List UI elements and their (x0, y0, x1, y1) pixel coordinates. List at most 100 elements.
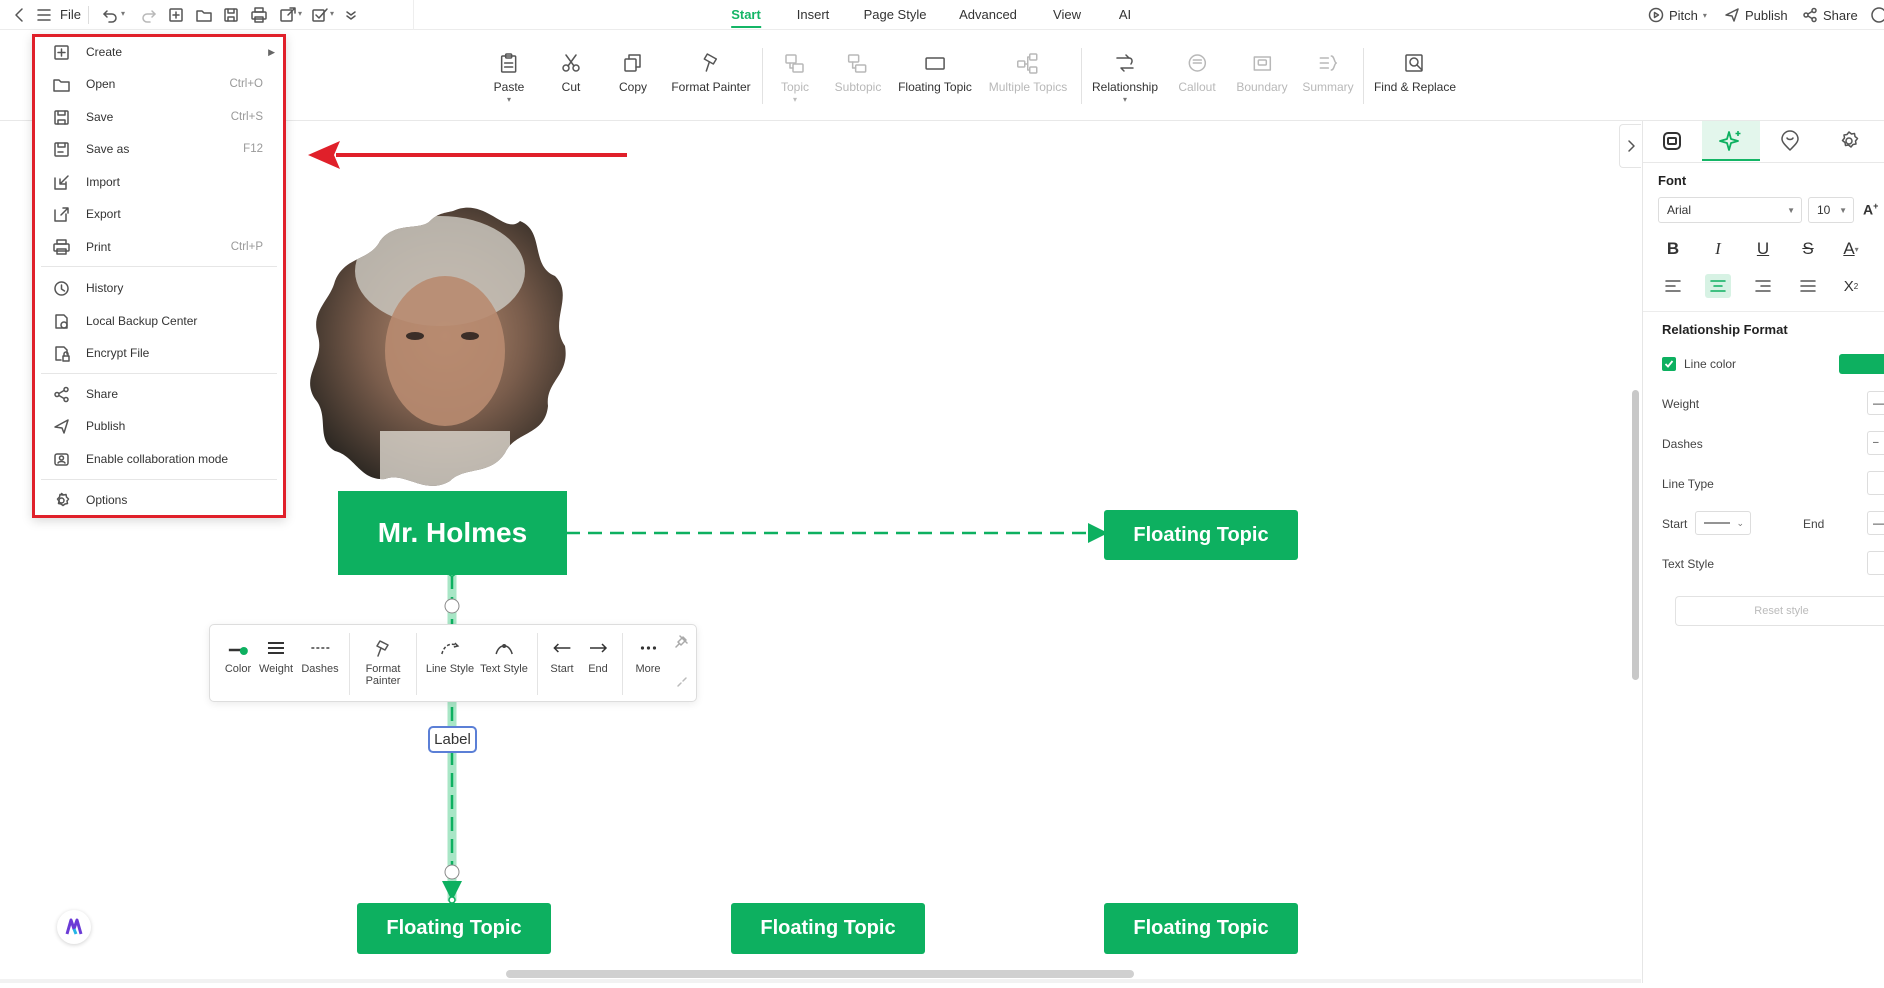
tab-start[interactable]: Start (731, 7, 761, 28)
increase-font-icon[interactable]: A+ (1863, 201, 1878, 218)
line-style-button[interactable]: Line Style (426, 639, 474, 675)
line-type-select[interactable] (1867, 471, 1884, 495)
share-button[interactable]: Share (1802, 7, 1858, 23)
find-replace-button[interactable]: Find & Replace (1374, 52, 1456, 94)
redo-icon[interactable] (140, 6, 158, 24)
main-topic-node[interactable]: Mr. Holmes (338, 491, 567, 575)
panel-collapse-button[interactable] (1619, 124, 1641, 168)
save-icon[interactable] (222, 6, 240, 24)
app-logo[interactable] (57, 910, 91, 944)
start-arrow-select[interactable]: ⌄ (1695, 511, 1751, 535)
floating-topic-node[interactable]: Floating Topic (731, 903, 925, 954)
tab-view[interactable]: View (1053, 7, 1081, 22)
menu-item-encrypt-file[interactable]: Encrypt File (53, 339, 275, 367)
open-folder-icon[interactable] (195, 6, 213, 24)
weight-select[interactable]: — (1867, 391, 1884, 415)
export-dropdown-icon[interactable]: ▾ (298, 9, 302, 18)
weight-button[interactable]: Weight (259, 639, 293, 675)
hamburger-menu-icon[interactable] (35, 6, 53, 24)
horizontal-scrollbar[interactable] (506, 970, 1134, 978)
help-icon[interactable] (1870, 6, 1884, 24)
boundary-button[interactable]: Boundary (1236, 52, 1288, 94)
print-icon[interactable] (250, 6, 268, 24)
justify-button[interactable] (1795, 274, 1821, 298)
text-style-select[interactable] (1867, 551, 1884, 575)
panel-tab-theme[interactable] (1820, 121, 1878, 161)
relationship-button[interactable]: Relationship ▾ (1092, 52, 1158, 104)
tab-ai[interactable]: AI (1119, 7, 1131, 22)
superscript-button[interactable]: X2 (1838, 274, 1864, 298)
export-icon[interactable] (279, 6, 297, 24)
subtopic-button[interactable]: Subtopic (835, 52, 881, 94)
panel-tab-ai[interactable] (1702, 121, 1760, 161)
file-menu-button[interactable]: File (60, 7, 81, 22)
align-center-button[interactable] (1705, 274, 1731, 298)
relationship-label-box[interactable]: Label (428, 726, 477, 753)
menu-item-save-as[interactable]: Save as F12 (53, 135, 275, 163)
end-arrow-button[interactable]: End (587, 639, 609, 675)
start-arrow-button[interactable]: Start (550, 639, 574, 675)
more-chevron-icon[interactable] (342, 6, 360, 24)
reset-style-button[interactable]: Reset style (1675, 596, 1884, 626)
undo-icon[interactable] (101, 6, 119, 24)
vertical-scrollbar[interactable] (1632, 390, 1639, 680)
multiple-topics-button[interactable]: Multiple Topics (989, 52, 1067, 94)
back-icon[interactable] (11, 6, 29, 24)
underline-button[interactable]: U (1750, 237, 1776, 261)
task-check-icon[interactable] (311, 6, 329, 24)
end-arrow-select[interactable]: — (1867, 511, 1884, 535)
tab-advanced[interactable]: Advanced (959, 7, 1017, 22)
font-color-button[interactable]: A ▾ (1838, 237, 1864, 261)
dashes-button[interactable]: Dashes (301, 639, 339, 675)
text-style-button[interactable]: Text Style (480, 639, 528, 675)
menu-item-history[interactable]: History (53, 274, 275, 302)
panel-tab-style[interactable] (1643, 121, 1701, 161)
menu-item-save[interactable]: Save Ctrl+S (53, 103, 275, 131)
tab-page-style[interactable]: Page Style (864, 7, 927, 22)
italic-button[interactable]: I (1705, 237, 1731, 261)
line-color-swatch[interactable] (1839, 354, 1884, 374)
pin-icon[interactable] (675, 634, 689, 648)
font-family-select[interactable]: Arial ▼ (1658, 197, 1802, 223)
menu-item-options[interactable]: Options (53, 486, 275, 514)
new-file-icon[interactable] (167, 6, 185, 24)
align-left-button[interactable] (1660, 274, 1686, 298)
more-button[interactable]: More (635, 639, 661, 675)
menu-item-create[interactable]: Create ▶ (53, 38, 275, 66)
undo-dropdown-icon[interactable]: ▾ (121, 9, 125, 18)
bold-button[interactable]: B (1660, 237, 1686, 261)
copy-button[interactable]: Copy (619, 52, 647, 94)
strikethrough-button[interactable]: S (1795, 237, 1821, 261)
panel-tab-mark[interactable] (1761, 121, 1819, 161)
align-right-button[interactable] (1750, 274, 1776, 298)
paste-button[interactable]: Paste ▾ (494, 52, 524, 104)
menu-item-share[interactable]: Share (53, 380, 275, 408)
menu-item-collaboration[interactable]: Enable collaboration mode (53, 445, 275, 473)
line-color-checkbox[interactable] (1662, 357, 1676, 371)
tab-insert[interactable]: Insert (797, 7, 830, 22)
portrait-image[interactable] (300, 201, 590, 501)
pitch-button[interactable]: Pitch ▾ (1648, 7, 1707, 23)
menu-item-export[interactable]: Export (53, 200, 275, 228)
menu-item-open[interactable]: Open Ctrl+O (53, 70, 275, 98)
topic-button[interactable]: Topic ▾ (781, 52, 809, 104)
dashes-select[interactable]: – (1867, 431, 1884, 455)
format-painter-mini-button[interactable]: Format Painter (363, 639, 403, 687)
menu-item-local-backup[interactable]: Local Backup Center (53, 307, 275, 335)
cut-button[interactable]: Cut (559, 52, 583, 94)
collapse-icon[interactable] (675, 675, 689, 689)
menu-item-publish[interactable]: Publish (53, 412, 275, 440)
floating-topic-button[interactable]: Floating Topic (898, 52, 972, 94)
publish-button[interactable]: Publish (1724, 7, 1788, 23)
floating-topic-node[interactable]: Floating Topic (357, 903, 551, 954)
format-painter-button[interactable]: Format Painter (671, 52, 751, 94)
floating-topic-node[interactable]: Floating Topic (1104, 903, 1298, 954)
summary-button[interactable]: Summary (1302, 52, 1354, 94)
menu-item-import[interactable]: Import (53, 168, 275, 196)
color-button[interactable]: Color (225, 639, 251, 675)
font-size-select[interactable]: 10 ▼ (1808, 197, 1854, 223)
menu-item-print[interactable]: Print Ctrl+P (53, 233, 275, 261)
callout-button[interactable]: Callout (1178, 52, 1216, 94)
floating-topic-node[interactable]: Floating Topic (1104, 510, 1298, 560)
task-dropdown-icon[interactable]: ▾ (330, 9, 334, 18)
